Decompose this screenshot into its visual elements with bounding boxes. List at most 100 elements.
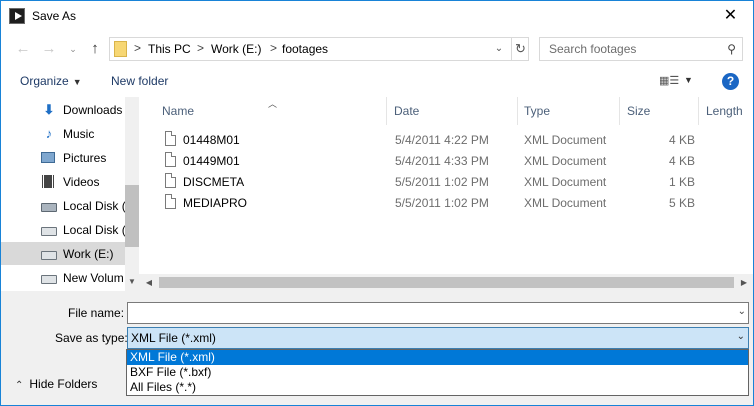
nav-item-work-drive[interactable]: Work (E:) bbox=[1, 242, 125, 265]
nav-item-downloads[interactable]: ⬇ Downloads bbox=[1, 98, 125, 121]
nav-item-label: Videos bbox=[63, 175, 100, 189]
local-disk-icon bbox=[41, 227, 57, 236]
nav-item-label: Work (E:) bbox=[63, 247, 114, 261]
up-arrow-icon[interactable]: ↑ bbox=[85, 39, 105, 59]
nav-item-local-disk-c[interactable]: Local Disk ( bbox=[1, 194, 126, 217]
navigation-pane: ⬇ Downloads ♪ Music Pictures Videos Loca… bbox=[1, 97, 139, 291]
file-date: 5/4/2011 4:33 PM bbox=[395, 154, 489, 168]
type-option-bxf[interactable]: BXF File (*.bxf) bbox=[127, 365, 748, 380]
local-disk-icon bbox=[41, 203, 57, 212]
forward-arrow-icon[interactable]: → bbox=[39, 39, 59, 59]
xml-file-icon bbox=[165, 152, 176, 167]
chevron-down-icon: ▼ bbox=[72, 77, 82, 87]
file-type: XML Document bbox=[524, 175, 607, 189]
save-as-type-select[interactable]: XML File (*.xml) ⌄ bbox=[127, 327, 749, 349]
scroll-left-icon[interactable]: ◀ bbox=[142, 276, 156, 289]
file-row[interactable]: DISCMETA 5/5/2011 1:02 PM XML Document 1… bbox=[159, 171, 719, 192]
nav-item-new-volume[interactable]: New Volum bbox=[1, 266, 125, 289]
nav-item-music[interactable]: ♪ Music bbox=[1, 122, 125, 145]
nav-item-label: Pictures bbox=[63, 151, 107, 165]
nav-item-local-disk-d[interactable]: Local Disk ( bbox=[1, 218, 126, 241]
file-size: 4 KB bbox=[669, 133, 696, 147]
file-size: 1 KB bbox=[669, 175, 696, 189]
save-as-dialog: Save As ✕ ← → ⌄ ↑ > This PC > Work (E:) … bbox=[0, 0, 754, 406]
music-icon: ♪ bbox=[45, 126, 53, 141]
recent-locations-icon[interactable]: ⌄ bbox=[63, 39, 83, 59]
xml-file-icon bbox=[165, 173, 176, 188]
search-placeholder: Search footages bbox=[549, 42, 637, 56]
column-header-size[interactable]: Size bbox=[627, 104, 650, 118]
nav-item-label: New Volum bbox=[63, 271, 124, 285]
save-as-type-value: XML File (*.xml) bbox=[131, 331, 216, 345]
file-date: 5/4/2011 4:22 PM bbox=[395, 133, 489, 147]
type-option-all-files[interactable]: All Files (*.*) bbox=[127, 380, 748, 395]
new-folder-button[interactable]: New folder bbox=[111, 74, 168, 88]
breadcrumb-separator[interactable]: > bbox=[134, 41, 141, 55]
hide-folders-button[interactable]: ⌃ Hide Folders bbox=[15, 377, 97, 391]
downloads-icon: ⬇ bbox=[43, 102, 55, 117]
column-header-date[interactable]: Date bbox=[394, 104, 419, 118]
xml-file-icon bbox=[165, 194, 176, 209]
file-name: 01448M01 bbox=[183, 133, 240, 147]
type-option-xml[interactable]: XML File (*.xml) bbox=[127, 350, 748, 365]
file-name: DISCMETA bbox=[183, 175, 245, 189]
view-dropdown-icon[interactable]: ▼ bbox=[684, 75, 693, 85]
file-row[interactable]: MEDIAPRO 5/5/2011 1:02 PM XML Document 5… bbox=[159, 192, 719, 213]
breadcrumb-footages[interactable]: footages bbox=[282, 42, 328, 56]
nav-item-videos[interactable]: Videos bbox=[1, 170, 125, 193]
breadcrumb-this-pc[interactable]: This PC bbox=[148, 42, 191, 56]
file-name: MEDIAPRO bbox=[183, 196, 248, 210]
pictures-icon bbox=[41, 152, 55, 163]
nav-item-label: Local Disk ( bbox=[63, 223, 126, 237]
search-icon[interactable]: ⚲ bbox=[722, 42, 736, 56]
file-type: XML Document bbox=[524, 196, 607, 210]
scroll-down-icon[interactable]: ▼ bbox=[125, 275, 139, 289]
column-divider[interactable] bbox=[698, 97, 699, 125]
save-as-type-dropdown: XML File (*.xml) BXF File (*.bxf) All Fi… bbox=[126, 349, 749, 396]
nav-item-label: Local Disk ( bbox=[63, 199, 126, 213]
column-divider[interactable] bbox=[619, 97, 620, 125]
horizontal-scrollbar-thumb[interactable] bbox=[159, 277, 734, 288]
close-button[interactable]: ✕ bbox=[708, 1, 753, 31]
title-bar: Save As ✕ bbox=[1, 1, 753, 31]
help-icon[interactable]: ? bbox=[722, 73, 739, 90]
refresh-icon[interactable]: ↻ bbox=[511, 38, 529, 60]
file-size: 5 KB bbox=[669, 196, 696, 210]
column-divider[interactable] bbox=[517, 97, 518, 125]
nav-item-pictures[interactable]: Pictures bbox=[1, 146, 125, 169]
file-name: 01449M01 bbox=[183, 154, 240, 168]
file-date: 5/5/2011 1:02 PM bbox=[395, 175, 489, 189]
sort-ascending-icon: ︿ bbox=[268, 99, 278, 109]
breadcrumb-separator[interactable]: > bbox=[197, 41, 204, 55]
drive-icon bbox=[41, 275, 57, 284]
chevron-up-icon: ⌃ bbox=[15, 380, 24, 391]
file-row[interactable]: 01449M01 5/4/2011 4:33 PM XML Document 4… bbox=[159, 150, 719, 171]
address-bar[interactable]: > This PC > Work (E:) > footages ⌄ ↻ bbox=[109, 37, 529, 61]
xml-file-icon bbox=[165, 131, 176, 146]
column-header-name[interactable]: Name bbox=[162, 104, 194, 118]
chevron-down-icon[interactable]: ⌄ bbox=[737, 331, 745, 342]
file-date: 5/5/2011 1:02 PM bbox=[395, 196, 489, 210]
chevron-down-icon[interactable]: ⌄ bbox=[738, 306, 746, 317]
search-input[interactable]: Search footages ⚲ bbox=[539, 37, 743, 61]
back-arrow-icon[interactable]: ← bbox=[13, 39, 33, 59]
save-as-type-label: Save as type: bbox=[55, 331, 128, 345]
file-name-field[interactable]: ⌄ bbox=[127, 302, 749, 324]
scroll-right-icon[interactable]: ▶ bbox=[737, 276, 751, 289]
address-dropdown-icon[interactable]: ⌄ bbox=[491, 41, 507, 57]
save-form: File name: ⌄ Save as type: XML File (*.x… bbox=[1, 291, 753, 405]
column-divider[interactable] bbox=[386, 97, 387, 125]
view-options-icon[interactable]: ▦☰ bbox=[659, 75, 679, 87]
breadcrumb-work-drive[interactable]: Work (E:) bbox=[211, 42, 261, 56]
column-header-type[interactable]: Type bbox=[524, 104, 550, 118]
organize-button[interactable]: Organize ▼ bbox=[20, 74, 82, 88]
breadcrumb-separator[interactable]: > bbox=[270, 41, 277, 55]
nav-item-label: Music bbox=[63, 127, 95, 141]
horizontal-scrollbar[interactable]: ◀ ▶ bbox=[139, 274, 753, 291]
file-type: XML Document bbox=[524, 154, 607, 168]
organize-label: Organize bbox=[20, 74, 69, 88]
file-size: 4 KB bbox=[669, 154, 696, 168]
column-header-length[interactable]: Length bbox=[706, 104, 743, 118]
file-row[interactable]: 01448M01 5/4/2011 4:22 PM XML Document 4… bbox=[159, 129, 719, 150]
nav-scrollbar-thumb[interactable] bbox=[125, 185, 139, 247]
